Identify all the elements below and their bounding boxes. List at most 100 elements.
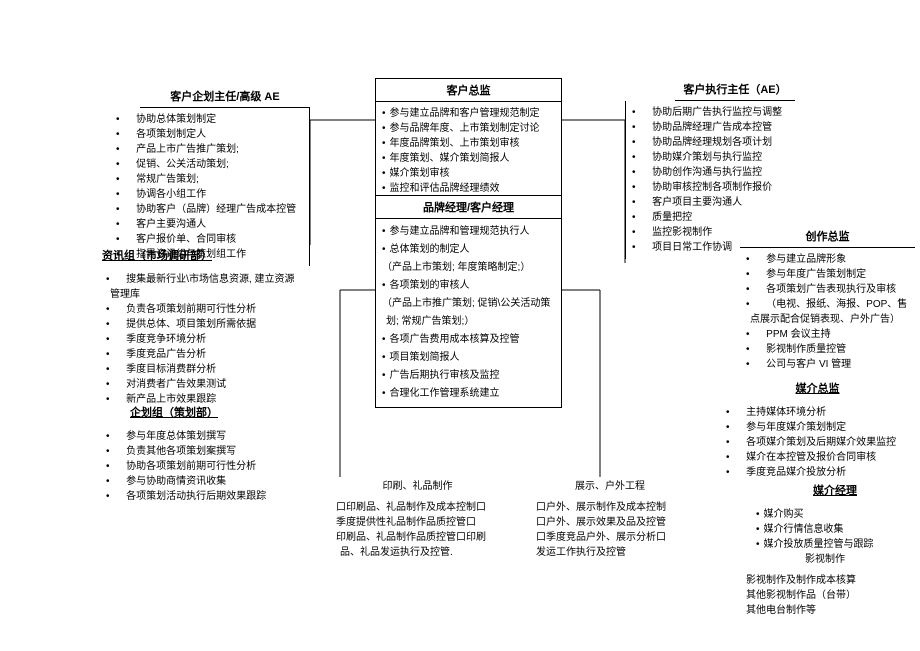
list-item: • 各项策划活动执行后期效果跟踪: [106, 489, 304, 504]
info-group-title: 资讯组（市场调研部）: [100, 245, 310, 268]
list-item: •合理化工作管理系统建立: [382, 385, 555, 403]
list-item: •各项策划的审核人: [382, 277, 555, 295]
ae-senior-items: • 协助总体策划制定• 各项策划制定人• 产品上市广告推广策划;• 促销、公关活…: [110, 108, 310, 266]
list-item: • 参与协助商情资讯收集: [106, 474, 304, 489]
media-mgr-title: 媒介经理: [750, 480, 920, 503]
list-item: •年度品牌策划、上市策划审核: [382, 136, 555, 151]
outdoor-items: 口户外、展示制作及成本控制口户外、展示效果及品及控管口季度竞品户外、展示分析口发…: [530, 496, 690, 564]
list-item: •参与建立品牌和客户管理规范制定: [382, 106, 555, 121]
list-item: • 季度竞品广告分析: [106, 347, 304, 362]
list-item: 口季度竞品户外、展示分析口: [536, 530, 684, 545]
list-item: •参与品牌年度、上市策划制定讨论: [382, 121, 555, 136]
list-item: 发运工作执行及控管: [536, 545, 684, 560]
list-item: • 季度竞争环境分析: [106, 332, 304, 347]
list-item: • 协助客户（品牌）经理广告成本控管: [116, 202, 303, 217]
list-item: •各项广告费用成本核算及控管: [382, 331, 555, 349]
list-item: • 促销、公关活动策划;: [116, 157, 303, 172]
list-item: • 季度竞品媒介投放分析: [726, 465, 909, 480]
list-item: （产品上市策划; 年度策略制定;）: [382, 259, 555, 277]
list-item: • 参与年度总体策划撰写: [106, 429, 304, 444]
list-item: 其他影视制作品（台带）: [746, 588, 904, 603]
list-item: • 客户项目主要沟通人: [632, 195, 819, 210]
list-item: • 参与建立品牌形象: [746, 252, 909, 267]
media-director-box: 媒介总监 • 主持媒体环境分析• 参与年度媒介策划制定• 各项媒介策划及后期媒介…: [720, 378, 915, 484]
list-item: • 提供总体、项目策划所需依据: [106, 317, 304, 332]
list-item: • 各项策划制定人: [116, 127, 303, 142]
brand-mgr-box: 品牌经理/客户经理 •参与建立品牌和管理规范执行人•总体策划的制定人（产品上市策…: [375, 195, 562, 408]
list-item: 口户外、展示效果及品及控管: [536, 515, 684, 530]
plan-group-items: • 参与年度总体策划撰写• 负责其他各项策划案撰写• 协助各项策划前期可行性分析…: [100, 425, 310, 508]
plan-group-title: 企划组（策划部）: [100, 402, 310, 425]
list-item: •参与建立品牌和管理规范执行人: [382, 223, 555, 241]
list-item: • 对消费者广告效果测试: [106, 377, 304, 392]
print-items: 口印刷品、礼品制作及成本控制口季度提供性礼品制作品质控管口印刷品、礼品制作品质控…: [330, 496, 505, 564]
list-item: • 质量把控: [632, 210, 819, 225]
outdoor-box: 展示、户外工程 口户外、展示制作及成本控制口户外、展示效果及品及控管口季度竞品户…: [530, 477, 690, 564]
list-item: • 协调各小组工作: [116, 187, 303, 202]
list-item: • 影视制作质量控管: [746, 342, 909, 357]
exec-ae-title: 客户执行主任（AE）: [675, 78, 795, 101]
print-title: 印刷、礼品制作: [330, 477, 505, 496]
list-item: 口印刷品、礼品制作及成本控制口: [336, 500, 499, 515]
list-item: 印刷品、礼品制作品质控管口印刷品、礼品发运执行及控管.: [336, 530, 499, 560]
info-group-box: 资讯组（市场调研部） • 搜集最新行业\市场信息资源, 建立资源管理库• 负责各…: [100, 245, 310, 411]
list-item: • 参与年度广告策划制定: [746, 267, 909, 282]
list-item: • 公司与客户 VI 管理: [746, 357, 909, 372]
list-item: • 产品上市广告推广策划;: [116, 142, 303, 157]
video-items: 影视制作及制作成本核算其他影视制作品（台带）其他电台制作等: [740, 569, 910, 622]
list-item: • 负责各项策划前期可行性分析: [106, 302, 304, 317]
director-items: •参与建立品牌和客户管理规范制定•参与品牌年度、上市策划制定讨论•年度品牌策划、…: [376, 102, 561, 200]
director-title: 客户总监: [376, 79, 561, 102]
list-item: 口户外、展示制作及成本控制: [536, 500, 684, 515]
director-box: 客户总监 •参与建立品牌和客户管理规范制定•参与品牌年度、上市策划制定讨论•年度…: [375, 78, 562, 201]
list-item: • 协助后期广告执行监控与调整: [632, 105, 819, 120]
outdoor-title: 展示、户外工程: [530, 477, 690, 496]
list-item: • 常规广告策划;: [116, 172, 303, 187]
list-item: • 各项策划广告表现执行及审核: [746, 282, 909, 297]
list-item: 季度提供性礼品制作品质控管口: [336, 515, 499, 530]
list-item: •广告后期执行审核及监控: [382, 367, 555, 385]
list-item: • 协助创作沟通与执行监控: [632, 165, 819, 180]
list-item: •项目策划简报人: [382, 349, 555, 367]
ae-senior-title: 客户企划主任/高级 AE: [140, 85, 310, 108]
list-item: •媒介行情信息收集: [756, 522, 914, 537]
list-item: • 季度目标消费群分析: [106, 362, 304, 377]
list-item: • 各项媒介策划及后期媒介效果监控: [726, 435, 909, 450]
creative-box: 创作总监 • 参与建立品牌形象• 参与年度广告策划制定• 各项策划广告表现执行及…: [740, 225, 915, 376]
list-item: • 协助品牌经理广告成本控管: [632, 120, 819, 135]
list-item: 影视制作及制作成本核算: [746, 573, 904, 588]
list-item: •媒介购买: [756, 507, 914, 522]
list-item: •监控和评估品牌经理绩效: [382, 181, 555, 196]
list-item: •总体策划的制定人: [382, 241, 555, 259]
media-director-items: • 主持媒体环境分析• 参与年度媒介策划制定• 各项媒介策划及后期媒介效果监控•…: [720, 401, 915, 484]
list-item: • 负责其他各项策划案撰写: [106, 444, 304, 459]
video-title: 影视制作: [740, 550, 910, 569]
media-mgr-items: •媒介购买•媒介行情信息收集•媒介投放质量控管与跟踪: [750, 503, 920, 556]
list-item: • 协助媒介策划与执行监控: [632, 150, 819, 165]
brand-mgr-title: 品牌经理/客户经理: [376, 196, 561, 219]
print-box: 印刷、礼品制作 口印刷品、礼品制作及成本控制口季度提供性礼品制作品质控管口印刷品…: [330, 477, 505, 564]
info-group-items: • 搜集最新行业\市场信息资源, 建立资源管理库• 负责各项策划前期可行性分析•…: [100, 268, 310, 411]
list-item: • PPM 会议主持: [746, 327, 909, 342]
list-item: • 媒介在本控管及报价合同审核: [726, 450, 909, 465]
plan-group-box: 企划组（策划部） • 参与年度总体策划撰写• 负责其他各项策划案撰写• 协助各项…: [100, 402, 310, 508]
list-item: • 客户主要沟通人: [116, 217, 303, 232]
creative-title: 创作总监: [740, 225, 915, 248]
list-item: • 协助总体策划制定: [116, 112, 303, 127]
list-item: • 搜集最新行业\市场信息资源, 建立资源管理库: [106, 272, 304, 302]
list-item: （产品上市推广策划; 促销\公关活动策划; 常规广告策划;）: [382, 295, 555, 331]
creative-items: • 参与建立品牌形象• 参与年度广告策划制定• 各项策划广告表现执行及审核• （…: [740, 248, 915, 376]
list-item: 其他电台制作等: [746, 603, 904, 618]
brand-mgr-items: •参与建立品牌和管理规范执行人•总体策划的制定人（产品上市策划; 年度策略制定;…: [376, 219, 561, 407]
list-item: • 协助品牌经理规划各项计划: [632, 135, 819, 150]
list-item: • （电视、报纸、海报、POP、售点展示配合促销表现、户外广告）: [746, 297, 909, 327]
list-item: • 协助审核控制各项制作报价: [632, 180, 819, 195]
media-director-title: 媒介总监: [720, 378, 915, 401]
media-mgr-box: 媒介经理 •媒介购买•媒介行情信息收集•媒介投放质量控管与跟踪: [750, 480, 920, 556]
list-item: • 主持媒体环境分析: [726, 405, 909, 420]
list-item: • 协助各项策划前期可行性分析: [106, 459, 304, 474]
list-item: •媒介策划审核: [382, 166, 555, 181]
list-item: •年度策划、媒介策划简报人: [382, 151, 555, 166]
ae-senior-box: 客户企划主任/高级 AE • 协助总体策划制定• 各项策划制定人• 产品上市广告…: [110, 85, 310, 266]
list-item: • 参与年度媒介策划制定: [726, 420, 909, 435]
